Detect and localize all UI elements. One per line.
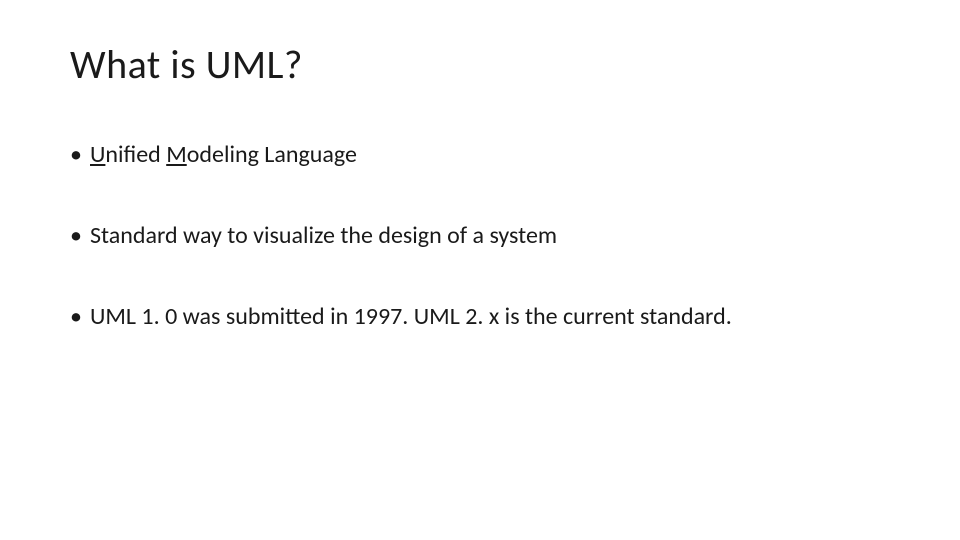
bullet-item-2: Standard way to visualize the design of …: [70, 220, 890, 251]
bullet-list: Unified Modeling Language Standard way t…: [70, 139, 890, 333]
bullet-item-1: Unified Modeling Language: [70, 139, 890, 170]
bullet-item-3: UML 1. 0 was submitted in 1997. UML 2. x…: [70, 301, 890, 332]
slide-title: What is UML?: [70, 40, 890, 89]
text-part2: odeling Language: [187, 140, 357, 169]
underline-m: M: [166, 140, 187, 169]
text-part1: nified: [105, 140, 166, 169]
underline-u: U: [90, 140, 105, 169]
